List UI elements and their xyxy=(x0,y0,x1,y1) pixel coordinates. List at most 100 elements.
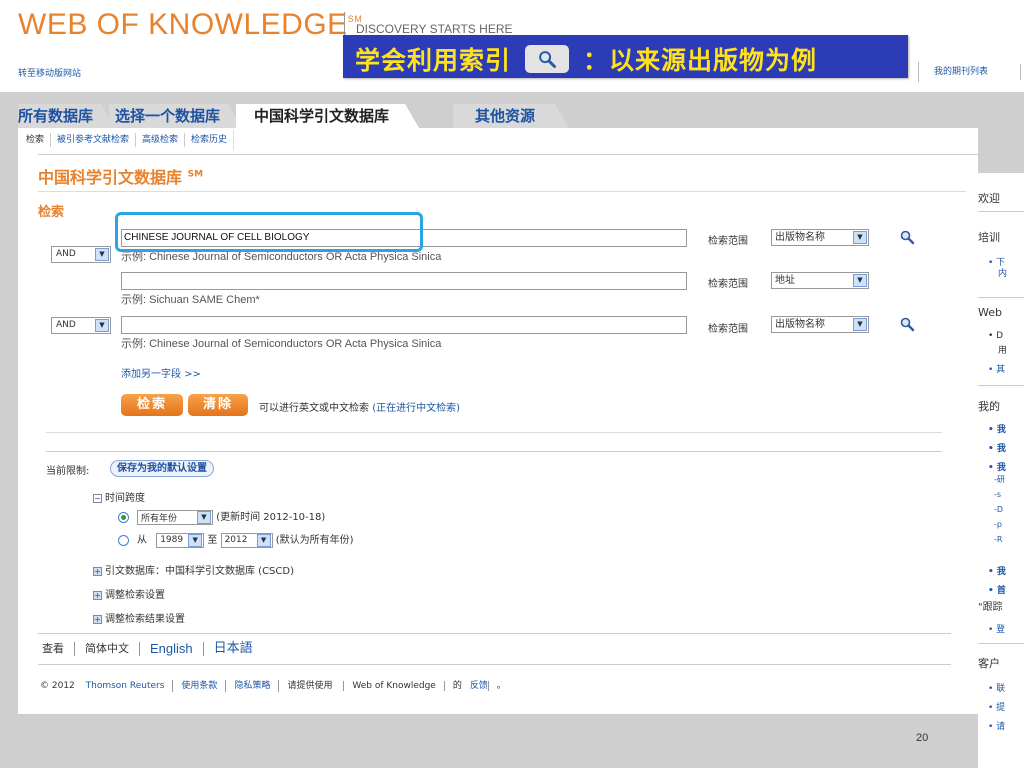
magnifier-icon[interactable] xyxy=(899,316,915,332)
subnav-cited-ref-search[interactable]: 被引参考文献检索 xyxy=(50,133,135,147)
chevron-down-icon: ▼ xyxy=(853,231,867,244)
sidebar-my-item[interactable]: • 我 xyxy=(988,564,1006,577)
magnifier-icon xyxy=(525,45,570,73)
tab-cscd[interactable]: 中国科学引文数据库 xyxy=(236,104,419,128)
divider xyxy=(978,385,1024,386)
tab-all-databases[interactable]: 所有数据库 xyxy=(18,104,115,128)
mobile-site-link[interactable]: 转至移动版网站 xyxy=(18,66,81,79)
sidebar-customer-item[interactable]: • 请 xyxy=(988,719,1005,732)
citation-db-toggle[interactable]: + 引文数据库：中国科学引文数据库 (CSCD) xyxy=(93,562,294,577)
sidebar-training-item-2[interactable]: 内 xyxy=(998,266,1007,279)
feedback-text: 请提供使用 Web of Knowledge 的反馈。 xyxy=(278,680,521,692)
subnav-divider xyxy=(38,154,985,155)
field-2-scope-select[interactable]: 地址 ▼ xyxy=(771,272,869,289)
page-number: 20 xyxy=(916,732,929,744)
language-bar: 查看 简体中文 English 日本語 xyxy=(42,642,263,656)
sidebar-customer: 客户 xyxy=(978,657,1000,670)
field-1-scope-label: 检索范围 xyxy=(708,236,748,247)
add-field-link[interactable]: 添加另一字段 >> xyxy=(121,365,201,380)
tab-select-database[interactable]: 选择一个数据库 xyxy=(109,104,242,128)
copyright-bar: © 2012 Thomson Reuters 使用条款 隐私策略 请提供使用 W… xyxy=(40,680,522,692)
slide-title: 学会利用索引 ：以来源出版物为例 xyxy=(343,35,908,78)
subnav-search[interactable]: 检索 xyxy=(24,133,50,147)
database-tabs: 所有数据库 选择一个数据库 中国科学引文数据库 其他资源 xyxy=(18,104,563,128)
sidebar-login-item[interactable]: • 登 xyxy=(988,622,1005,635)
field-2-example: 示例: Sichuan SAME Chem* xyxy=(121,294,260,306)
sidebar-web-item-3[interactable]: • 其 xyxy=(988,362,1005,375)
sidebar-welcome: 欢迎 xyxy=(978,192,1000,205)
feedback-link[interactable]: 反馈 xyxy=(470,681,488,691)
adjust-search-toggle[interactable]: + 调整检索设置 xyxy=(93,586,165,601)
lang-english[interactable]: English xyxy=(139,642,203,656)
divider xyxy=(46,432,942,433)
sidebar-my: 我的 xyxy=(978,400,1000,413)
sidebar-web-item-2[interactable]: 用 xyxy=(998,343,1007,356)
sidebar-web: Web xyxy=(978,306,1002,319)
year-range-radio[interactable] xyxy=(118,534,129,546)
all-years-row: 所有年份 ▼ (更新时间 2012-10-18) xyxy=(118,508,325,525)
highlight-frame xyxy=(115,212,423,252)
search-field-3[interactable] xyxy=(121,316,687,334)
footer-divider xyxy=(38,664,951,665)
sidebar-my-item[interactable]: • 首 xyxy=(988,583,1006,596)
chevron-down-icon: ▼ xyxy=(197,510,211,524)
sidebar-my-item[interactable]: • 我 xyxy=(988,422,1006,435)
sidebar-sub-item[interactable]: -p xyxy=(994,520,1002,529)
all-years-select[interactable]: 所有年份 ▼ xyxy=(137,509,213,525)
field-2-scope-label: 检索范围 xyxy=(708,279,748,290)
search-button[interactable]: 检索 xyxy=(121,394,183,416)
sidebar-training: 培训 xyxy=(978,231,1000,244)
tab-other-resources[interactable]: 其他资源 xyxy=(453,104,569,128)
tagline: DISCOVERY STARTS HERE xyxy=(356,22,513,36)
subnav-advanced-search[interactable]: 高级检索 xyxy=(135,133,184,147)
sidebar-customer-item[interactable]: • 提 xyxy=(988,700,1005,713)
search-heading: 检索 xyxy=(38,205,65,220)
divider xyxy=(978,211,1024,212)
sidebar-sub-item[interactable]: -D xyxy=(994,505,1003,514)
sidebar-sub-item[interactable]: -R xyxy=(994,535,1002,544)
magnifier-icon[interactable] xyxy=(899,229,915,245)
copyright: © 2012 Thomson Reuters xyxy=(40,681,165,691)
sidebar-track: "跟踪 xyxy=(978,602,1003,613)
field-3-scope-select[interactable]: 出版物名称 ▼ xyxy=(771,316,869,333)
journal-list-link[interactable]: 我的期刊列表 xyxy=(918,62,1024,82)
field-3-example: 示例: Chinese Journal of Semiconductors OR… xyxy=(121,338,442,350)
timespan-toggle[interactable]: − 时间跨度 xyxy=(93,489,145,504)
field-2-bool-select[interactable]: AND ▼ xyxy=(51,246,111,263)
sidebar-my-item[interactable]: • 我 xyxy=(988,460,1006,473)
thomson-link[interactable]: Thomson Reuters xyxy=(86,681,165,691)
field-3-scope-label: 检索范围 xyxy=(708,324,748,335)
right-sidebar: 欢迎 培训 • 下 内 Web • D 用 • 其 我的 • 我 • 我 • 我… xyxy=(978,173,1024,768)
expand-icon: + xyxy=(93,614,102,624)
sidebar-sub-item[interactable]: -研 xyxy=(994,474,1005,485)
to-year-select[interactable]: 2012 ▼ xyxy=(220,532,273,548)
search-hint: 可以进行英文或中文检索 (正在进行中文检索) xyxy=(259,403,460,414)
chevron-down-icon: ▼ xyxy=(853,274,867,287)
subnav-search-history[interactable]: 检索历史 xyxy=(184,133,233,147)
chevron-down-icon: ▼ xyxy=(95,319,109,332)
search-panel: 检索 被引参考文献检索 高级检索 检索历史 中国科学引文数据库 SM 检索 CH… xyxy=(18,128,985,714)
search-field-2[interactable] xyxy=(121,272,687,290)
clear-button[interactable]: 清除 xyxy=(188,394,248,416)
title-divider xyxy=(38,191,966,192)
wok-logo: WEB OF KNOWLEDGESM xyxy=(18,8,363,41)
search-subnav: 检索 被引参考文献检索 高级检索 检索历史 xyxy=(24,130,235,150)
terms-link[interactable]: 使用条款 xyxy=(172,680,225,692)
save-default-button[interactable]: 保存为我的默认设置 xyxy=(110,460,214,477)
privacy-link[interactable]: 隐私策略 xyxy=(225,680,278,692)
chinese-search-link[interactable]: (正在进行中文检索) xyxy=(372,403,460,414)
lang-japanese[interactable]: 日本語 xyxy=(202,642,263,656)
sidebar-my-item[interactable]: • 我 xyxy=(988,441,1006,454)
field-3-bool-select[interactable]: AND ▼ xyxy=(51,317,111,334)
adjust-results-toggle[interactable]: + 调整检索结果设置 xyxy=(93,610,185,625)
sidebar-web-item[interactable]: • D xyxy=(988,331,1003,341)
year-range-row: 从 1989 ▼ 至 2012 ▼ (默认为所有年份) xyxy=(118,531,354,548)
divider xyxy=(978,643,1024,644)
lang-chinese[interactable]: 简体中文 xyxy=(74,642,139,656)
field-1-scope-select[interactable]: 出版物名称 ▼ xyxy=(771,229,869,246)
from-year-select[interactable]: 1989 ▼ xyxy=(156,532,205,548)
sidebar-sub-item[interactable]: -s xyxy=(994,490,1001,499)
all-years-radio[interactable] xyxy=(118,511,129,523)
sidebar-customer-item[interactable]: • 联 xyxy=(988,681,1005,694)
collapse-icon: − xyxy=(93,493,102,503)
